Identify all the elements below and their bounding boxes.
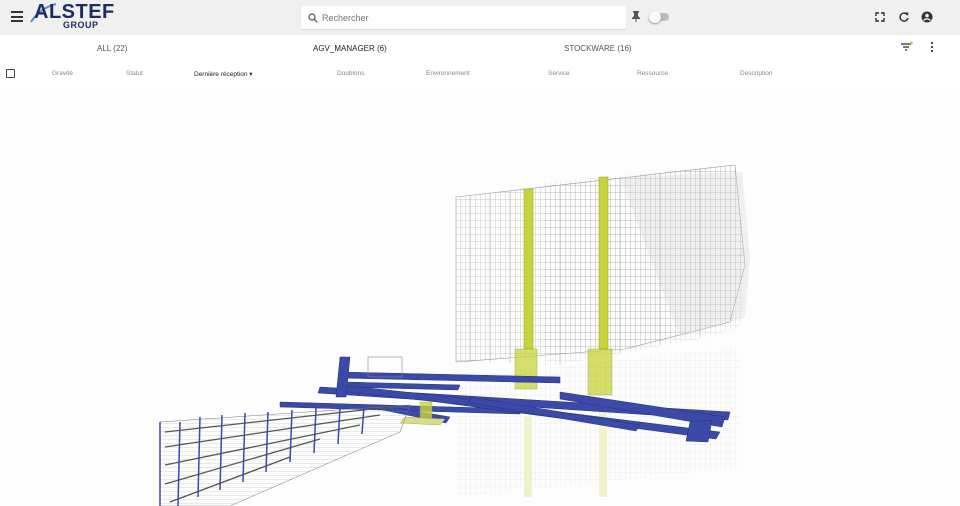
column-doublons[interactable]: Doublons	[337, 70, 364, 77]
search-box[interactable]	[301, 6, 626, 29]
tab-agv-manager[interactable]: AGV_MANAGER (6)	[313, 44, 387, 53]
pin-toggle[interactable]	[649, 11, 669, 23]
column-description[interactable]: Description	[740, 70, 773, 77]
menu-icon-bar	[11, 20, 23, 22]
accumulation-conveyors	[159, 404, 411, 506]
search-input[interactable]	[322, 12, 612, 23]
sort-down-icon: ▾	[249, 71, 253, 78]
alstef-logo: ALSTEF GROUP	[30, 2, 114, 32]
tab-stockware[interactable]: STOCKWARE (16)	[564, 44, 632, 53]
column-service[interactable]: Service	[548, 70, 570, 77]
menu-icon-bar	[11, 11, 23, 13]
filter-icon[interactable]	[900, 41, 914, 53]
pin-icon[interactable]	[631, 11, 641, 22]
account-icon[interactable]	[921, 11, 933, 23]
column-derniere-reception[interactable]: Dernière réception ▾	[194, 70, 253, 78]
tab-all[interactable]: ALL (22)	[97, 44, 127, 53]
column-statut[interactable]: Statut	[126, 70, 143, 77]
column-derniere-reception-label: Dernière réception	[194, 71, 248, 78]
menu-icon-bar	[11, 15, 23, 18]
warehouse-3d-model	[159, 164, 750, 506]
alarm-panel: ALL (22) AGV_MANAGER (6) STOCKWARE (16) …	[0, 35, 960, 87]
toggle-knob	[649, 11, 661, 23]
more-options-icon[interactable]	[929, 41, 935, 53]
top-app-bar: ALSTEF GROUP	[0, 0, 960, 35]
column-environnement[interactable]: Environnement	[426, 70, 470, 77]
select-all-checkbox[interactable]	[6, 69, 15, 78]
fullscreen-icon[interactable]	[874, 11, 886, 23]
column-gravite[interactable]: Gravité	[52, 70, 73, 77]
warehouse-3d-view[interactable]	[0, 87, 960, 506]
refresh-icon[interactable]	[898, 11, 910, 23]
logo-sub: GROUP	[63, 20, 99, 30]
logo-brand: ALSTEF	[34, 1, 115, 23]
menu-button[interactable]	[11, 11, 25, 23]
column-ressource[interactable]: Ressource	[637, 70, 668, 77]
search-icon	[308, 12, 318, 23]
